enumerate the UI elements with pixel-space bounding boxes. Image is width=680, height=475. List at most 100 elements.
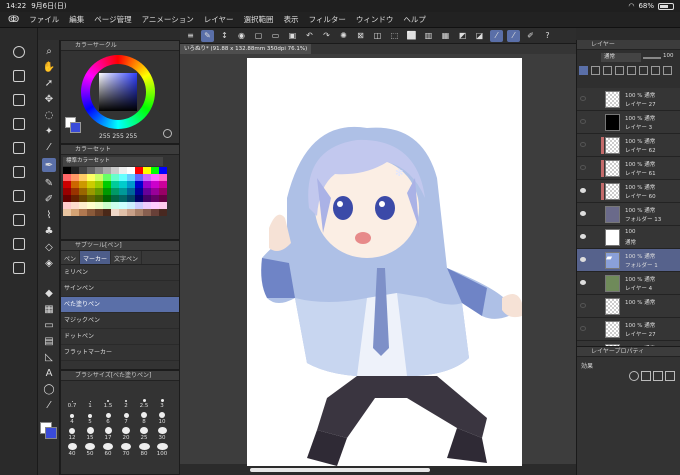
gradient-tool-icon[interactable]: ▦ <box>42 302 56 316</box>
menu-help[interactable]: ヘルプ <box>403 14 426 25</box>
color-swatch[interactable] <box>127 195 135 202</box>
color-swatch[interactable] <box>151 195 159 202</box>
edit-icon[interactable]: ✐ <box>524 30 537 42</box>
color-swatch[interactable] <box>111 202 119 209</box>
color-swatch[interactable] <box>143 167 151 174</box>
material-2-icon[interactable] <box>13 94 25 106</box>
color-swatch[interactable] <box>127 202 135 209</box>
layer-row[interactable]: 100 % 通常 フォルダー 13 <box>577 203 680 226</box>
color-swatch[interactable] <box>95 181 103 188</box>
layer-color-icon[interactable] <box>639 66 648 75</box>
color-swatch[interactable] <box>87 202 95 209</box>
color-swatch[interactable] <box>111 174 119 181</box>
move-tool-icon[interactable]: ✥ <box>42 92 56 106</box>
deselect-icon[interactable]: ⬜ <box>405 30 418 42</box>
color-swatch[interactable] <box>159 209 167 216</box>
brush-size-option[interactable]: 60 <box>99 443 117 457</box>
brush-size-option[interactable]: 70 <box>117 443 135 457</box>
fill-icon[interactable]: ◫ <box>371 30 384 42</box>
brush-size-option[interactable]: 7 <box>117 411 135 425</box>
show-selection-icon[interactable]: ▦ <box>439 30 452 42</box>
color-swatch[interactable] <box>127 174 135 181</box>
brush-size-option[interactable]: 17 <box>99 427 117 441</box>
color-swatch[interactable] <box>103 188 111 195</box>
brush-size-option[interactable]: 2 <box>117 395 135 409</box>
effect-more-icon[interactable] <box>665 371 675 381</box>
tone-effect-icon[interactable] <box>641 371 651 381</box>
frame-tool-icon[interactable]: ▤ <box>42 334 56 348</box>
color-swatch[interactable] <box>71 195 79 202</box>
layer-row[interactable]: 100 % 通常 レイヤー 27 <box>577 318 680 341</box>
color-swatch[interactable] <box>151 174 159 181</box>
menu-selection[interactable]: 選択範囲 <box>244 14 274 25</box>
draft-icon[interactable] <box>627 66 636 75</box>
blend-mode-select[interactable]: 通常 <box>601 53 641 62</box>
color-swatch[interactable] <box>79 202 87 209</box>
brush-size-option[interactable]: 20 <box>117 427 135 441</box>
color-swatch[interactable] <box>143 188 151 195</box>
save-icon[interactable]: ▣ <box>286 30 299 42</box>
sub-color-chip[interactable] <box>45 427 57 439</box>
layer-row[interactable]: 100 % 通常 <box>577 295 680 318</box>
color-swatch[interactable] <box>119 167 127 174</box>
visibility-eye-icon[interactable] <box>580 326 586 331</box>
brush-size-option[interactable]: 50 <box>81 443 99 457</box>
color-swatch[interactable] <box>159 195 167 202</box>
color-swatch[interactable] <box>111 188 119 195</box>
color-swatch[interactable] <box>87 167 95 174</box>
tab-marker[interactable]: マーカー <box>80 251 112 264</box>
color-swatch[interactable] <box>103 202 111 209</box>
sub-tool-item[interactable]: ドットペン <box>61 329 179 345</box>
tab-text-pen[interactable]: 文字ペン <box>111 251 143 264</box>
color-swatch[interactable] <box>151 181 159 188</box>
help-icon[interactable]: ? <box>541 30 554 42</box>
color-swatch[interactable] <box>143 174 151 181</box>
color-swatch[interactable] <box>119 202 127 209</box>
color-swatch[interactable] <box>111 181 119 188</box>
blend-tool-icon[interactable]: ◈ <box>42 256 56 270</box>
color-swatch[interactable] <box>87 195 95 202</box>
visibility-eye-icon[interactable] <box>580 165 586 170</box>
color-swatch[interactable] <box>71 167 79 174</box>
brush-size-option[interactable]: 12 <box>63 427 81 441</box>
color-swatch[interactable] <box>71 181 79 188</box>
decoration-tool-icon[interactable]: ♣ <box>42 224 56 238</box>
border-effect-icon[interactable] <box>629 371 639 381</box>
color-swatch[interactable] <box>95 188 103 195</box>
brush-size-option[interactable]: 0.7 <box>63 395 81 409</box>
color-swatch[interactable] <box>63 167 71 174</box>
tab-pen[interactable]: ペン <box>61 251 81 264</box>
color-swatch[interactable] <box>135 174 143 181</box>
color-swatch[interactable] <box>87 209 95 216</box>
layer-row[interactable]: 100 % 通常 レイヤー 61 <box>577 157 680 180</box>
color-swatch[interactable] <box>63 181 71 188</box>
brush-size-option[interactable]: 10 <box>153 411 171 425</box>
color-swatch[interactable] <box>127 188 135 195</box>
sub-tool-item[interactable]: フラットマーカー <box>61 345 179 361</box>
menu-layer[interactable]: レイヤー <box>204 14 234 25</box>
color-swatch[interactable] <box>103 181 111 188</box>
color-swatch[interactable] <box>119 181 127 188</box>
color-swatch[interactable] <box>119 174 127 181</box>
color-swatch[interactable] <box>63 188 71 195</box>
layer-color-effect-icon[interactable] <box>653 371 663 381</box>
visibility-eye-icon[interactable] <box>580 188 586 193</box>
visibility-eye-icon[interactable] <box>580 96 586 101</box>
visibility-eye-icon[interactable] <box>580 280 586 285</box>
brush-size-option[interactable]: 6 <box>99 411 117 425</box>
invert-selection-icon[interactable]: ▥ <box>422 30 435 42</box>
undo-icon[interactable]: ↶ <box>303 30 316 42</box>
visibility-eye-icon[interactable] <box>580 303 586 308</box>
layer-row[interactable]: ▰ 100 % 通常 フォルダー 1 <box>577 249 680 272</box>
color-swatch[interactable] <box>135 195 143 202</box>
color-swatch[interactable] <box>103 174 111 181</box>
menu-filter[interactable]: フィルター <box>309 14 346 25</box>
layer-row[interactable]: 100 % 通常 レイヤー 62 <box>577 134 680 157</box>
snap-grid-icon[interactable]: ⁄ <box>490 29 503 42</box>
eraser-tool-icon[interactable]: ◇ <box>42 240 56 254</box>
color-swatch[interactable] <box>159 167 167 174</box>
reference-icon[interactable] <box>615 66 624 75</box>
color-swatch[interactable] <box>151 188 159 195</box>
color-swatch[interactable] <box>159 188 167 195</box>
brush-size-option[interactable]: 5 <box>81 411 99 425</box>
